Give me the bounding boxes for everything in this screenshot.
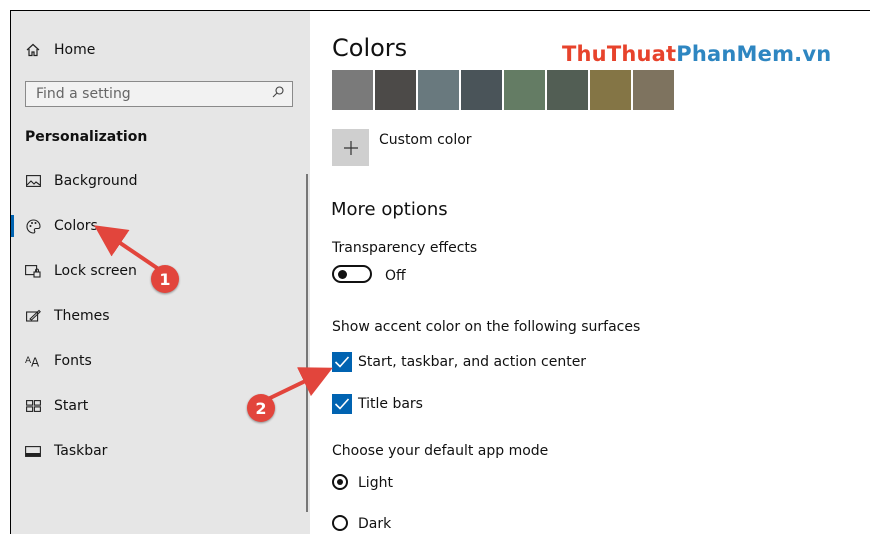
annotation-badge-1: 1 bbox=[151, 265, 179, 293]
arrow-2 bbox=[267, 367, 333, 401]
arrow-1 bbox=[94, 225, 162, 272]
annotation-arrows bbox=[94, 225, 333, 401]
annotation-badge-2: 2 bbox=[247, 394, 275, 422]
